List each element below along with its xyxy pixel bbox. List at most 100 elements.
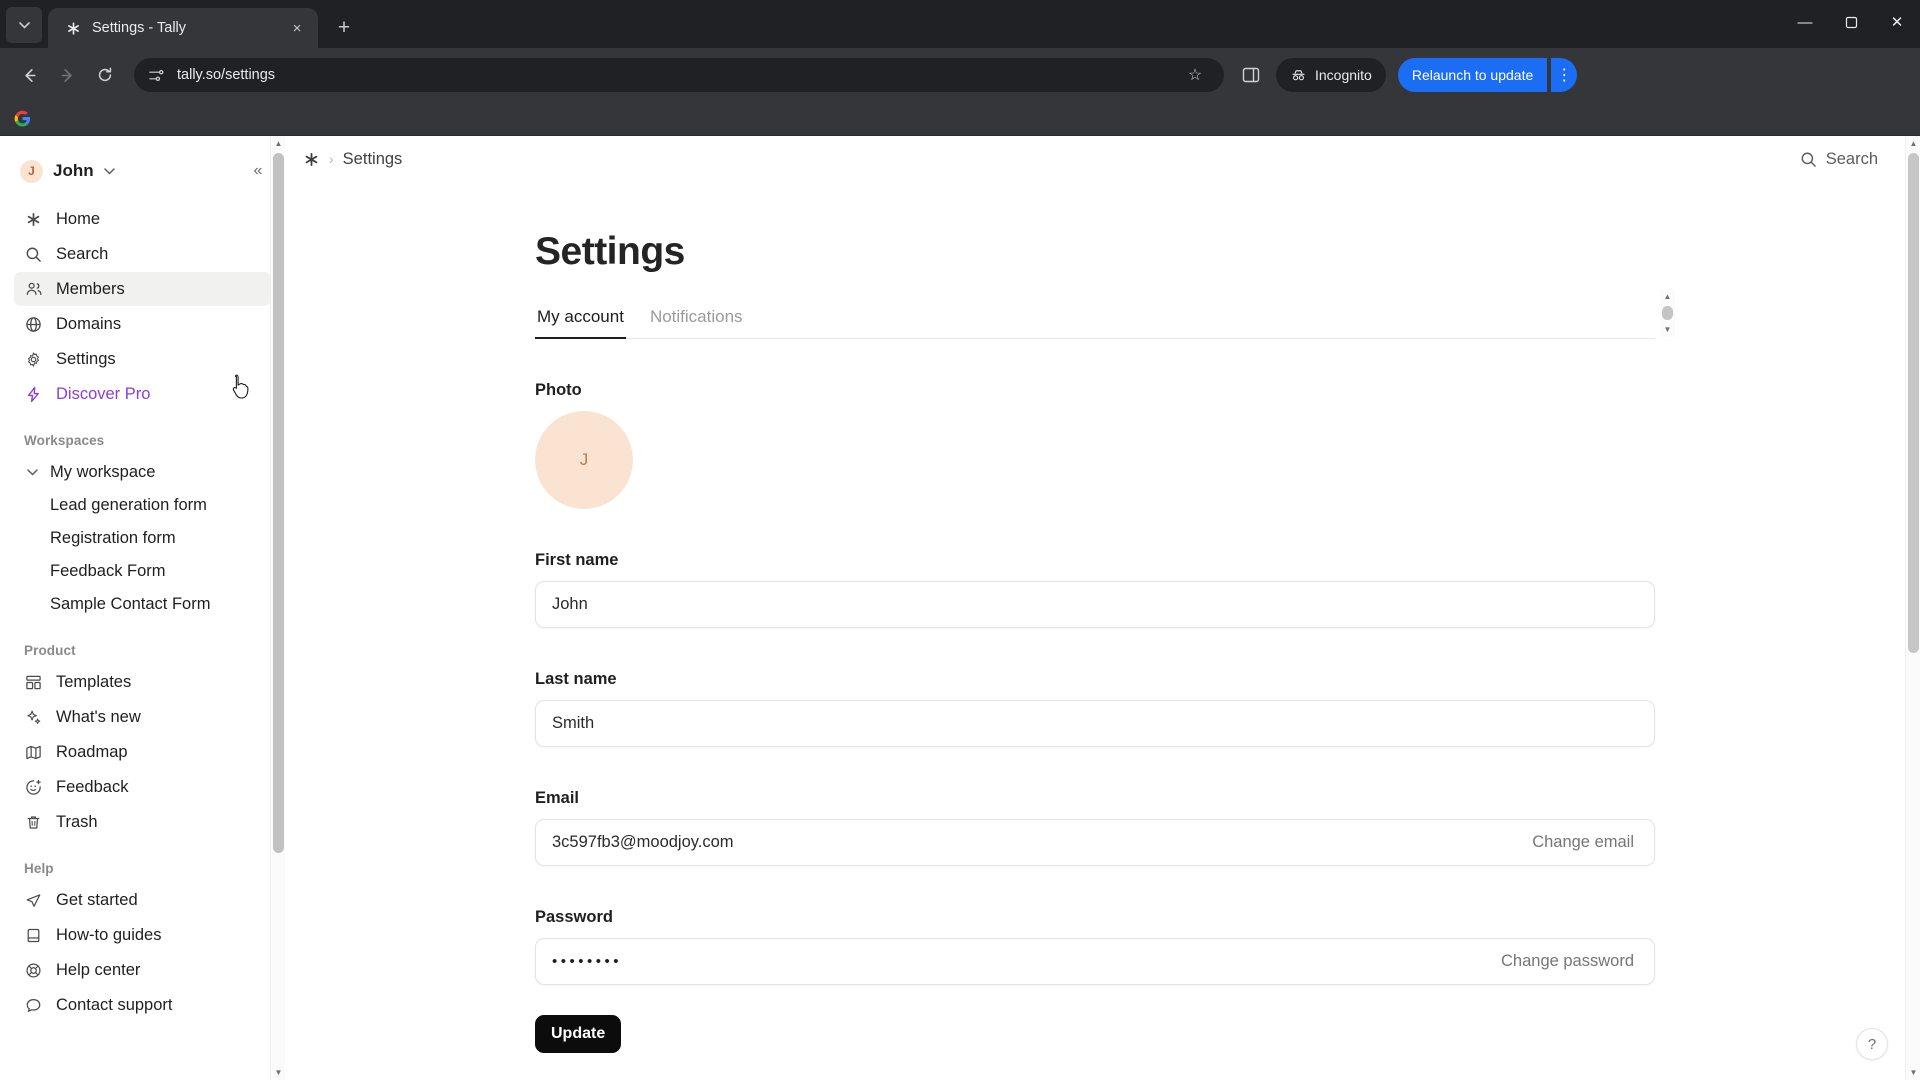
password-field[interactable]: •••••••• Change password <box>535 938 1655 985</box>
scrollbar-thumb[interactable] <box>1662 306 1673 320</box>
scroll-down-icon[interactable]: ▼ <box>1660 322 1675 337</box>
lifebuoy-icon <box>24 961 43 980</box>
incognito-icon <box>1290 67 1307 84</box>
scroll-down-icon[interactable]: ▼ <box>271 1065 285 1080</box>
main-content: › Settings Search Settings My account No… <box>285 136 1920 1080</box>
new-tab-button[interactable]: + <box>328 12 360 44</box>
scroll-down-icon[interactable]: ▼ <box>1906 1065 1920 1080</box>
scroll-up-icon[interactable]: ▲ <box>1906 136 1920 151</box>
scroll-up-icon[interactable]: ▲ <box>271 136 285 151</box>
password-label: Password <box>535 908 613 926</box>
search-button[interactable]: Search <box>1792 145 1886 174</box>
sidebar-item-members[interactable]: Members <box>14 272 271 306</box>
sidebar-item-feedback[interactable]: Feedback <box>14 770 271 804</box>
sidebar-scrollbar[interactable]: ▲ ▼ <box>270 136 285 1080</box>
sidebar-item-domains[interactable]: Domains <box>14 307 271 341</box>
relaunch-to-update-button[interactable]: Relaunch to update <box>1397 58 1548 92</box>
browser-tab[interactable]: Settings - Tally × <box>48 8 318 48</box>
sidebar-item-whats-new[interactable]: What's new <box>14 700 271 734</box>
last-name-label: Last name <box>535 670 617 688</box>
avatar[interactable]: J <box>535 411 633 509</box>
first-name-value: John <box>552 595 588 613</box>
sidebar-item-trash[interactable]: Trash <box>14 805 271 839</box>
sidebar-item-search[interactable]: Search <box>14 237 271 271</box>
collapse-sidebar-button[interactable]: « <box>245 158 271 184</box>
site-settings-icon[interactable] <box>148 67 165 84</box>
bookmarks-bar <box>0 102 1920 136</box>
sidebar-item-feedback-form[interactable]: Feedback Form <box>14 555 271 588</box>
scrollbar-thumb[interactable] <box>1908 153 1919 653</box>
forward-icon[interactable] <box>50 58 84 92</box>
sidebar-item-settings[interactable]: Settings <box>14 342 271 376</box>
sidebar-item-how-to-guides[interactable]: How-to guides <box>14 918 271 952</box>
map-icon <box>24 743 43 762</box>
minimize-icon[interactable]: — <box>1782 0 1828 44</box>
sidebar-item-label: My workspace <box>50 462 156 481</box>
address-bar[interactable]: tally.so/settings ☆ <box>134 58 1224 92</box>
inner-scrollbar[interactable]: ▲ ▼ <box>1660 289 1675 337</box>
sidebar-item-sample-contact-form[interactable]: Sample Contact Form <box>14 588 271 621</box>
breadcrumb-separator: › <box>329 151 334 167</box>
sidebar-item-label: Members <box>56 279 125 298</box>
google-bookmark-icon[interactable] <box>14 110 32 128</box>
password-section: Password •••••••• Change password <box>535 908 1655 985</box>
sidebar-item-label: Get started <box>56 890 138 909</box>
page-scrollbar[interactable]: ▲ ▼ <box>1905 136 1920 1080</box>
close-icon[interactable]: × <box>286 17 308 39</box>
sidebar-item-help-center[interactable]: Help center <box>14 953 271 987</box>
change-password-button[interactable]: Change password <box>1491 946 1644 977</box>
sidebar-item-roadmap[interactable]: Roadmap <box>14 735 271 769</box>
sidebar-item-label: Search <box>56 244 109 263</box>
last-name-field[interactable]: Smith <box>535 700 1655 747</box>
sidebar-item-home[interactable]: Home <box>14 202 271 236</box>
book-icon <box>24 926 43 945</box>
change-email-button[interactable]: Change email <box>1522 827 1644 858</box>
chevron-down-icon[interactable] <box>24 468 40 476</box>
close-icon[interactable]: ✕ <box>1874 0 1920 44</box>
content-topbar: › Settings Search <box>285 136 1920 182</box>
last-name-section: Last name Smith <box>535 670 1655 747</box>
breadcrumb: › Settings <box>303 150 402 169</box>
first-name-field[interactable]: John <box>535 581 1655 628</box>
tab-notifications[interactable]: Notifications <box>648 307 745 338</box>
browser-tabstrip: Settings - Tally × + — ✕ <box>0 0 1920 48</box>
update-button[interactable]: Update <box>535 1015 622 1053</box>
email-field[interactable]: 3c597fb3@moodjoy.com Change email <box>535 819 1655 866</box>
scrollbar-thumb[interactable] <box>273 153 284 853</box>
sidebar-item-discover-pro[interactable]: Discover Pro <box>14 377 271 411</box>
sidebar-item-registration-form[interactable]: Registration form <box>14 522 271 555</box>
incognito-indicator[interactable]: Incognito <box>1276 58 1386 92</box>
sidebar-item-label: Templates <box>56 672 132 691</box>
reload-icon[interactable] <box>88 58 122 92</box>
sidebar-item-label: Roadmap <box>56 742 128 761</box>
sidebar-item-label: Trash <box>56 812 98 831</box>
side-panel-icon[interactable] <box>1236 60 1266 90</box>
bookmark-star-icon[interactable]: ☆ <box>1180 60 1210 90</box>
browser-menu-icon[interactable]: ⋮ <box>1551 58 1578 92</box>
window-controls: — ✕ <box>1782 0 1920 44</box>
scroll-up-icon[interactable]: ▲ <box>1660 289 1675 304</box>
workspace-switcher[interactable]: J John « <box>14 152 271 190</box>
breadcrumb-current[interactable]: Settings <box>343 150 403 169</box>
app-sidebar: J John « Home Search Members Domains Set… <box>0 136 285 1080</box>
maximize-icon[interactable] <box>1828 0 1874 44</box>
sidebar-item-lead-generation-form[interactable]: Lead generation form <box>14 489 271 522</box>
help-button[interactable]: ? <box>1856 1028 1888 1060</box>
sidebar-item-label: Settings <box>56 349 116 368</box>
globe-icon <box>24 315 43 334</box>
chevron-down-icon <box>103 167 115 175</box>
paper-plane-icon <box>24 891 43 910</box>
chat-bubble-icon <box>24 996 43 1015</box>
back-icon[interactable] <box>12 58 46 92</box>
sidebar-item-get-started[interactable]: Get started <box>14 883 271 917</box>
gear-icon <box>24 350 43 369</box>
web-page: J John « Home Search Members Domains Set… <box>0 136 1920 1080</box>
tab-search-button[interactable] <box>6 7 42 43</box>
search-icon <box>24 245 43 264</box>
sidebar-item-my-workspace[interactable]: My workspace <box>14 455 271 489</box>
sidebar-item-contact-support[interactable]: Contact support <box>14 988 271 1022</box>
sidebar-item-templates[interactable]: Templates <box>14 665 271 699</box>
tally-asterisk-icon[interactable] <box>303 151 320 168</box>
tab-my-account[interactable]: My account <box>535 307 626 339</box>
tally-asterisk-icon <box>64 19 82 37</box>
